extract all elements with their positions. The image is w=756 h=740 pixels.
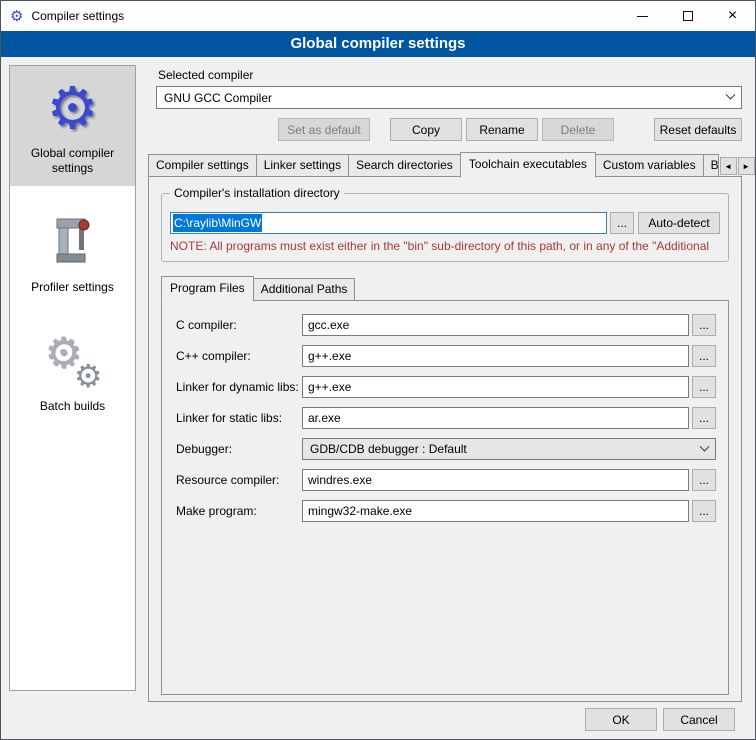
make-program-label: Make program:: [176, 504, 302, 518]
tab-linker-settings[interactable]: Linker settings: [256, 154, 349, 177]
compiler-buttons-row: Set as default Copy Rename Delete Reset …: [156, 118, 742, 141]
main-content: Selected compiler GNU GCC Compiler Set a…: [148, 63, 742, 702]
ok-button[interactable]: OK: [585, 708, 657, 731]
make-program-browse-button[interactable]: ...: [692, 500, 716, 522]
chevron-down-icon: [700, 441, 710, 451]
app-gear-icon: ⚙: [10, 9, 23, 24]
installation-directory-note: NOTE: All programs must exist either in …: [170, 239, 720, 253]
executables-subtabstrip: Program Files Additional Paths: [161, 276, 729, 301]
debugger-row: Debugger: GDB/CDB debugger : Default: [176, 438, 716, 460]
selected-compiler-label: Selected compiler: [158, 68, 742, 82]
sidebar-item-label: Batch builds: [14, 399, 131, 414]
installation-directory-groupbox: Compiler's installation directory C:\ray…: [161, 193, 729, 262]
cpp-compiler-browse-button[interactable]: ...: [692, 345, 716, 367]
close-button[interactable]: ×: [710, 1, 755, 31]
tab-scroll-arrows: ◄ ►: [719, 157, 755, 177]
compiler-settings-window: ⚙ Compiler settings × Global compiler se…: [0, 0, 756, 740]
resource-compiler-row: Resource compiler: ...: [176, 469, 716, 491]
c-compiler-browse-button[interactable]: ...: [692, 314, 716, 336]
minimize-button[interactable]: [620, 1, 665, 31]
maximize-button[interactable]: [665, 1, 710, 31]
chevron-down-icon: [726, 90, 736, 100]
tab-scroll-left-button[interactable]: ◄: [720, 157, 737, 175]
tab-build-options-clipped[interactable]: Build: [703, 154, 719, 177]
tab-toolchain-executables[interactable]: Toolchain executables: [460, 152, 596, 178]
installation-directory-input[interactable]: C:\raylib\MinGW: [170, 212, 607, 234]
tab-search-directories[interactable]: Search directories: [348, 154, 461, 177]
settings-category-sidebar: ⚙ Global compiler settings Profiler sett…: [9, 65, 136, 691]
selected-compiler-section: Selected compiler GNU GCC Compiler Set a…: [156, 63, 742, 141]
c-compiler-input[interactable]: [302, 314, 689, 336]
cpp-compiler-label: C++ compiler:: [176, 349, 302, 363]
reset-defaults-button[interactable]: Reset defaults: [654, 118, 742, 141]
cancel-button[interactable]: Cancel: [663, 708, 735, 731]
cpp-compiler-input[interactable]: [302, 345, 689, 367]
rename-button[interactable]: Rename: [466, 118, 538, 141]
sidebar-item-label: Global compiler settings: [14, 146, 131, 176]
profiler-clamp-icon: [14, 212, 131, 274]
dynamic-linker-row: Linker for dynamic libs: ...: [176, 376, 716, 398]
global-compiler-gear-icon: ⚙: [14, 78, 131, 140]
static-linker-row: Linker for static libs: ...: [176, 407, 716, 429]
set-as-default-button[interactable]: Set as default: [278, 118, 370, 141]
make-program-input[interactable]: [302, 500, 689, 522]
tab-compiler-settings[interactable]: Compiler settings: [148, 154, 257, 177]
titlebar: ⚙ Compiler settings ×: [1, 1, 755, 31]
arrow-right-icon: ►: [742, 162, 750, 171]
resource-compiler-label: Resource compiler:: [176, 473, 302, 487]
dialog-footer: OK Cancel: [585, 708, 735, 731]
dialog-header-title: Global compiler settings: [1, 31, 755, 57]
sidebar-item-label: Profiler settings: [14, 280, 131, 295]
minimize-icon: [637, 16, 648, 17]
debugger-select[interactable]: GDB/CDB debugger : Default: [302, 438, 716, 460]
sidebar-item-global-compiler-settings[interactable]: ⚙ Global compiler settings: [10, 66, 135, 186]
resource-compiler-browse-button[interactable]: ...: [692, 469, 716, 491]
subtab-program-files[interactable]: Program Files: [161, 276, 254, 302]
sidebar-item-profiler-settings[interactable]: Profiler settings: [10, 200, 135, 305]
subtab-additional-paths[interactable]: Additional Paths: [253, 278, 356, 301]
arrow-left-icon: ◄: [724, 162, 732, 171]
copy-button[interactable]: Copy: [390, 118, 462, 141]
c-compiler-row: C compiler: ...: [176, 314, 716, 336]
browse-installation-directory-button[interactable]: ...: [610, 212, 634, 234]
sidebar-item-batch-builds[interactable]: ⚙ ⚙ Batch builds: [10, 319, 135, 424]
static-linker-input[interactable]: [302, 407, 689, 429]
tab-custom-variables[interactable]: Custom variables: [595, 154, 704, 177]
cpp-compiler-row: C++ compiler: ...: [176, 345, 716, 367]
debugger-select-value: GDB/CDB debugger : Default: [310, 442, 467, 456]
dynamic-linker-browse-button[interactable]: ...: [692, 376, 716, 398]
c-compiler-label: C compiler:: [176, 318, 302, 332]
resource-compiler-input[interactable]: [302, 469, 689, 491]
batch-builds-gears-icon: ⚙ ⚙: [14, 331, 131, 393]
window-title: Compiler settings: [31, 9, 124, 23]
window-controls: ×: [620, 1, 755, 31]
tab-scroll-right-button[interactable]: ►: [738, 157, 755, 175]
auto-detect-button[interactable]: Auto-detect: [638, 212, 720, 234]
installation-directory-row: C:\raylib\MinGW ... Auto-detect: [170, 212, 720, 234]
make-program-row: Make program: ...: [176, 500, 716, 522]
installation-directory-group-title: Compiler's installation directory: [170, 186, 344, 200]
program-files-panel: C compiler: ... C++ compiler: ... Linker…: [161, 300, 729, 695]
compiler-select[interactable]: GNU GCC Compiler: [156, 86, 742, 109]
dynamic-linker-label: Linker for dynamic libs:: [176, 380, 302, 394]
installation-directory-value: C:\raylib\MinGW: [173, 214, 262, 232]
close-icon: ×: [728, 8, 737, 24]
delete-button[interactable]: Delete: [542, 118, 614, 141]
static-linker-browse-button[interactable]: ...: [692, 407, 716, 429]
static-linker-label: Linker for static libs:: [176, 411, 302, 425]
settings-tabstrip: Compiler settings Linker settings Search…: [148, 152, 742, 177]
toolchain-executables-panel: Compiler's installation directory C:\ray…: [148, 176, 742, 702]
debugger-label: Debugger:: [176, 442, 302, 456]
compiler-select-value: GNU GCC Compiler: [164, 91, 272, 105]
dynamic-linker-input[interactable]: [302, 376, 689, 398]
maximize-icon: [683, 11, 693, 21]
